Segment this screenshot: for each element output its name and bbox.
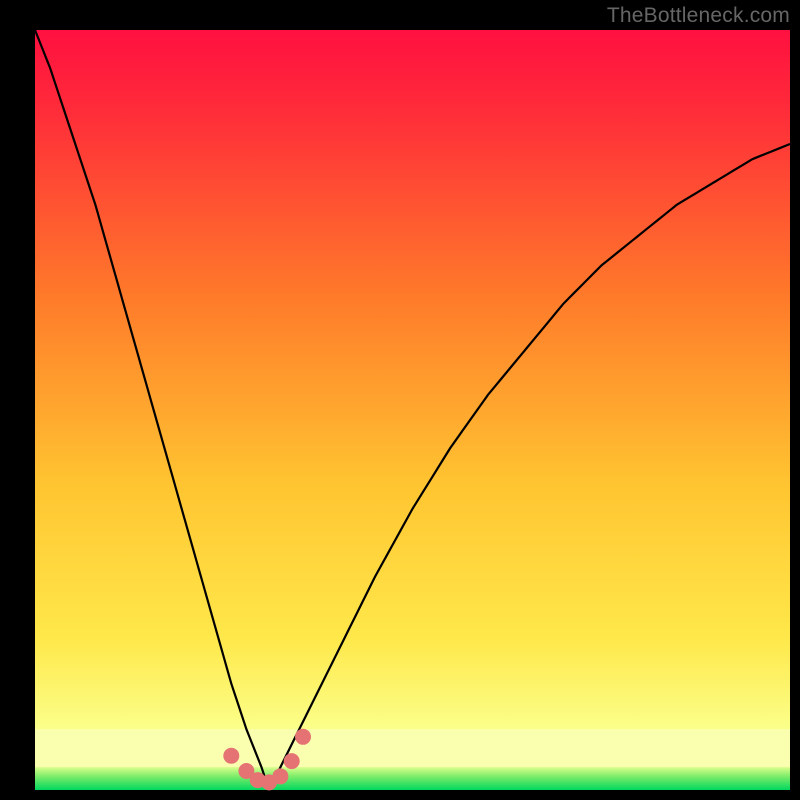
marker-dot <box>223 748 239 764</box>
plot-background <box>35 30 790 790</box>
chart-frame: TheBottleneck.com <box>0 0 800 800</box>
transition-band <box>35 729 790 767</box>
marker-dot <box>295 729 311 745</box>
marker-dot <box>284 753 300 769</box>
bottleneck-chart <box>0 0 800 800</box>
marker-dot <box>272 768 288 784</box>
watermark-text: TheBottleneck.com <box>607 4 790 28</box>
green-optimal-band <box>35 767 790 790</box>
